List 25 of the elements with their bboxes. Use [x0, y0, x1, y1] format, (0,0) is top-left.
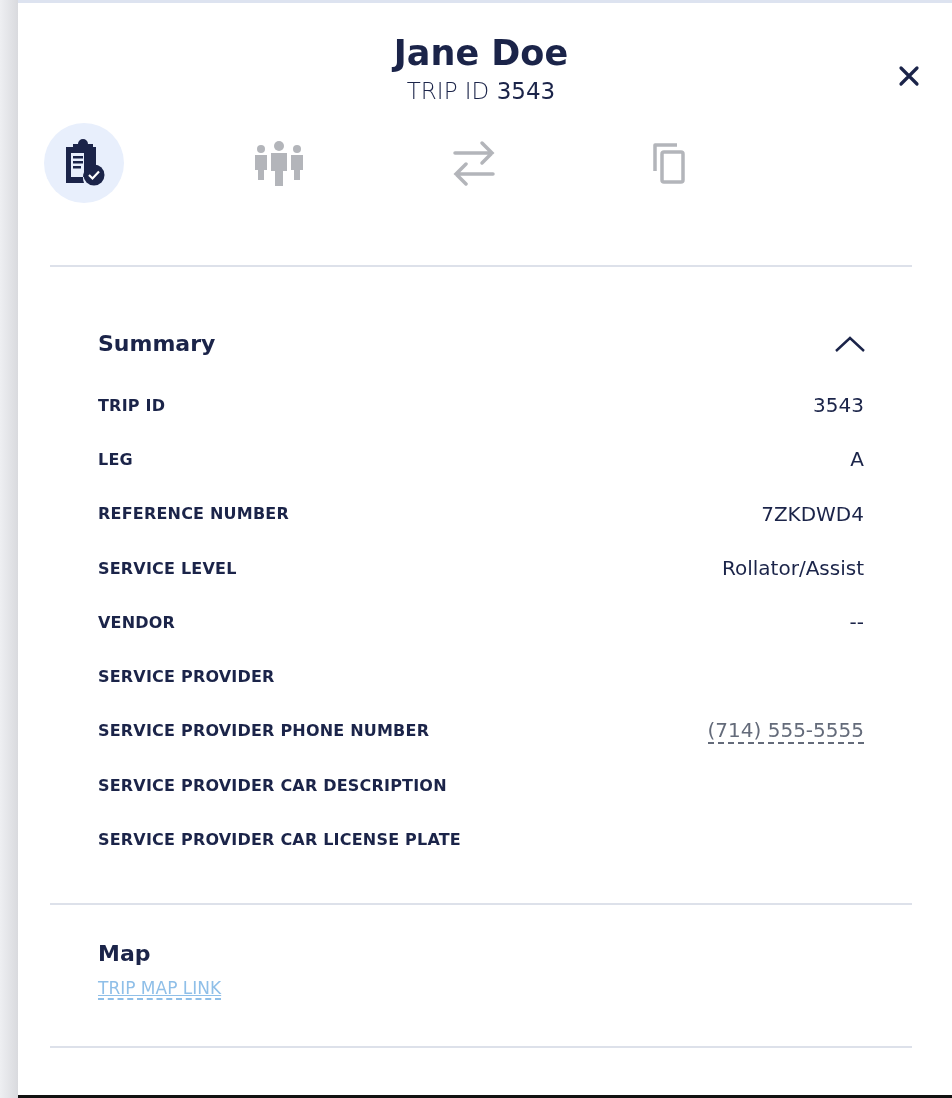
map-heading: Map	[98, 940, 151, 966]
field-label: SERVICE PROVIDER	[98, 667, 275, 687]
field-value: Rollator/Assist	[722, 556, 864, 581]
field-label: TRIP ID	[98, 395, 166, 415]
collapse-button[interactable]	[834, 334, 866, 353]
chevron-icon	[834, 334, 866, 353]
field-label: LEG	[98, 449, 133, 469]
field-value: A	[850, 447, 864, 472]
close-icon	[898, 65, 920, 87]
people-icon	[254, 140, 304, 186]
trip-id-subtitle: TRIP ID 3543	[405, 77, 557, 106]
field-label: SERVICE PROVIDER CAR LICENSE PLATE	[98, 830, 461, 849]
field-value: 7ZKDWD4	[761, 501, 864, 526]
field-label: SERVICE PROVIDER CAR DESCRIPTION	[98, 775, 447, 795]
phone-link[interactable]: (714) 555-5555	[707, 717, 864, 744]
swap-arrows-icon	[452, 140, 496, 186]
field-label: VENDOR	[98, 612, 176, 632]
passenger-name: Jane Doe	[390, 32, 570, 75]
copy-icon	[651, 141, 687, 185]
field-label: REFERENCE NUMBER	[98, 504, 289, 524]
field-value: --	[849, 610, 864, 635]
field-value: 3543	[813, 393, 864, 418]
field-label: SERVICE LEVEL	[98, 558, 237, 578]
field-label: SERVICE PROVIDER PHONE NUMBER	[98, 721, 430, 741]
summary-heading: Summary	[98, 331, 216, 356]
